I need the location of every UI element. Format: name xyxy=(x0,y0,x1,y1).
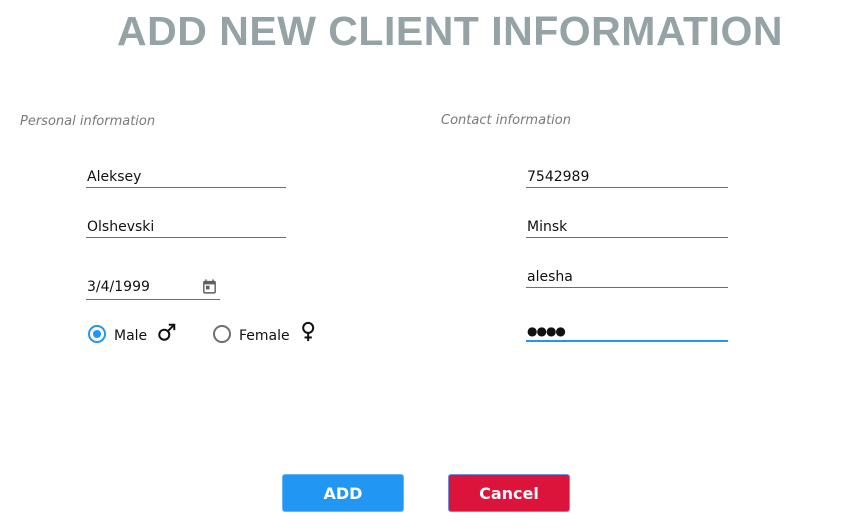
login-field[interactable]: alesha xyxy=(526,266,728,288)
birth-date-picker[interactable]: 3/4/1999 xyxy=(86,276,220,300)
personal-section-label: Personal information xyxy=(20,114,156,129)
birth-date-value: 3/4/1999 xyxy=(87,279,150,295)
gender-female-radio[interactable] xyxy=(213,325,231,343)
first-name-field[interactable]: Aleksey xyxy=(86,166,286,188)
contact-section-label: Contact information xyxy=(441,113,571,128)
add-button[interactable]: ADD xyxy=(282,474,404,512)
cancel-button[interactable]: Cancel xyxy=(448,474,570,512)
gender-male-label[interactable]: Male xyxy=(114,327,147,345)
male-icon xyxy=(158,323,176,341)
password-field[interactable]: ●●●● xyxy=(526,320,728,342)
page-title: ADD NEW CLIENT INFORMATION xyxy=(117,8,783,54)
phone-field[interactable]: 7542989 xyxy=(526,166,728,188)
gender-female-label[interactable]: Female xyxy=(239,327,290,345)
city-field[interactable]: Minsk xyxy=(526,216,728,238)
female-icon xyxy=(302,321,315,342)
gender-male-radio[interactable] xyxy=(88,325,106,343)
calendar-icon[interactable] xyxy=(201,278,218,295)
last-name-field[interactable]: Olshevski xyxy=(86,216,286,238)
